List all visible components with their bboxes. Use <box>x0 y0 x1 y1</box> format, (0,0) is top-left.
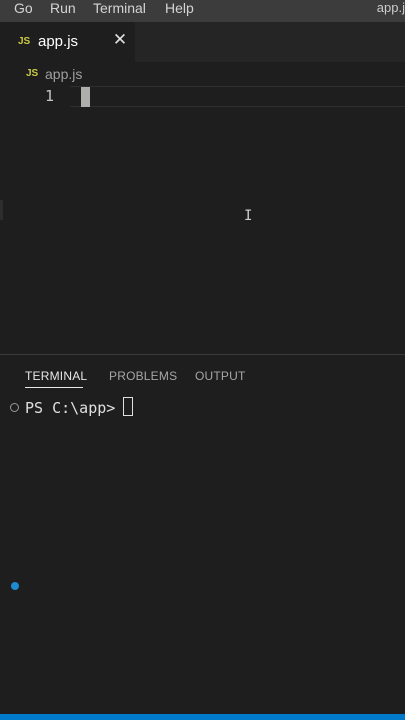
menu-go[interactable]: Go <box>14 0 33 16</box>
line-number: 1 <box>44 87 54 105</box>
code-editor[interactable]: 1 I <box>0 86 405 354</box>
ibeam-cursor-icon: I <box>244 208 253 224</box>
gutter-marker <box>0 200 3 220</box>
terminal-status-icon <box>10 403 19 412</box>
bottom-panel: TERMINAL PROBLEMS OUTPUT PS C:\app> <box>0 354 405 715</box>
menu-run[interactable]: Run <box>50 0 76 16</box>
menu-help[interactable]: Help <box>165 0 194 16</box>
menu-bar: Go Run Terminal Help app.j <box>0 0 405 22</box>
tab-label: app.js <box>38 33 79 50</box>
active-tab-indicator <box>25 387 83 388</box>
current-line-highlight <box>70 86 405 107</box>
close-icon[interactable]: ✕ <box>111 31 129 49</box>
tab-terminal[interactable]: TERMINAL <box>25 369 87 383</box>
breadcrumb: JS app.js <box>0 62 405 86</box>
status-bar <box>0 714 405 720</box>
window-title: app.j <box>376 0 405 15</box>
tab-problems[interactable]: PROBLEMS <box>109 369 177 383</box>
tab-app-js[interactable]: JS app.js ✕ <box>0 22 135 62</box>
text-cursor <box>81 87 90 107</box>
js-file-icon: JS <box>26 68 39 79</box>
editor-tab-bar: JS app.js ✕ <box>0 22 405 62</box>
tab-output[interactable]: OUTPUT <box>195 369 246 383</box>
js-file-icon: JS <box>18 36 31 47</box>
breadcrumb-file[interactable]: app.js <box>45 66 82 82</box>
command-decoration-icon[interactable] <box>11 582 19 590</box>
terminal-cursor <box>123 397 133 416</box>
terminal-prompt[interactable]: PS C:\app> <box>25 399 124 417</box>
menu-terminal[interactable]: Terminal <box>93 0 146 16</box>
vscode-window: Go Run Terminal Help app.j JS app.js ✕ J… <box>0 0 405 720</box>
